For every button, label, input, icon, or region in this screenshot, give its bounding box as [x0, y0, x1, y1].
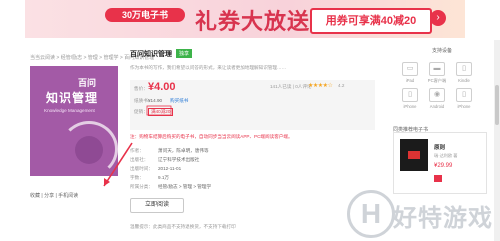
scrollbar-thumb[interactable]	[495, 85, 499, 125]
device-label: iPhone	[403, 104, 417, 109]
tablet-icon: ▭	[402, 62, 418, 76]
monitor-icon: ▬	[429, 62, 445, 76]
site-watermark: H 好特游戏	[345, 188, 500, 241]
device-kindle[interactable]: ▯ Kindle	[454, 62, 474, 83]
android-icon: ◉	[429, 88, 445, 102]
device-label: iPad	[405, 78, 415, 83]
recommend-author: 瑞·达利欧 著	[434, 153, 458, 158]
recommend-cover[interactable]	[400, 139, 428, 171]
device-label: Android	[429, 104, 445, 109]
ereader-icon: ▯	[456, 62, 472, 76]
device-iphone-2[interactable]: ▯ iPhone	[454, 88, 474, 109]
watermark-logo-icon: H	[347, 190, 395, 238]
recommend-price: ¥29.99	[434, 163, 453, 169]
device-ipad[interactable]: ▭ iPad	[400, 62, 420, 83]
devices-title: 支持设备	[432, 48, 453, 54]
vertical-scrollbar[interactable]	[494, 40, 500, 241]
recommend-card[interactable]: 原则 瑞·达利欧 著 ¥29.99	[393, 132, 487, 194]
watermark-text: 好特游戏	[393, 204, 493, 232]
device-android[interactable]: ◉ Android	[427, 88, 447, 109]
device-iphone[interactable]: ▯ iPhone	[400, 88, 420, 109]
device-label: iPhone	[457, 104, 471, 109]
cart-icon[interactable]	[434, 175, 442, 182]
recommend-name[interactable]: 原则	[434, 143, 445, 151]
phone-icon: ▯	[402, 88, 418, 102]
phone-icon: ▯	[456, 88, 472, 102]
device-label: PC客户端	[427, 78, 447, 83]
device-pc[interactable]: ▬ PC客户端	[427, 62, 447, 84]
device-label: Kindle	[458, 78, 470, 83]
